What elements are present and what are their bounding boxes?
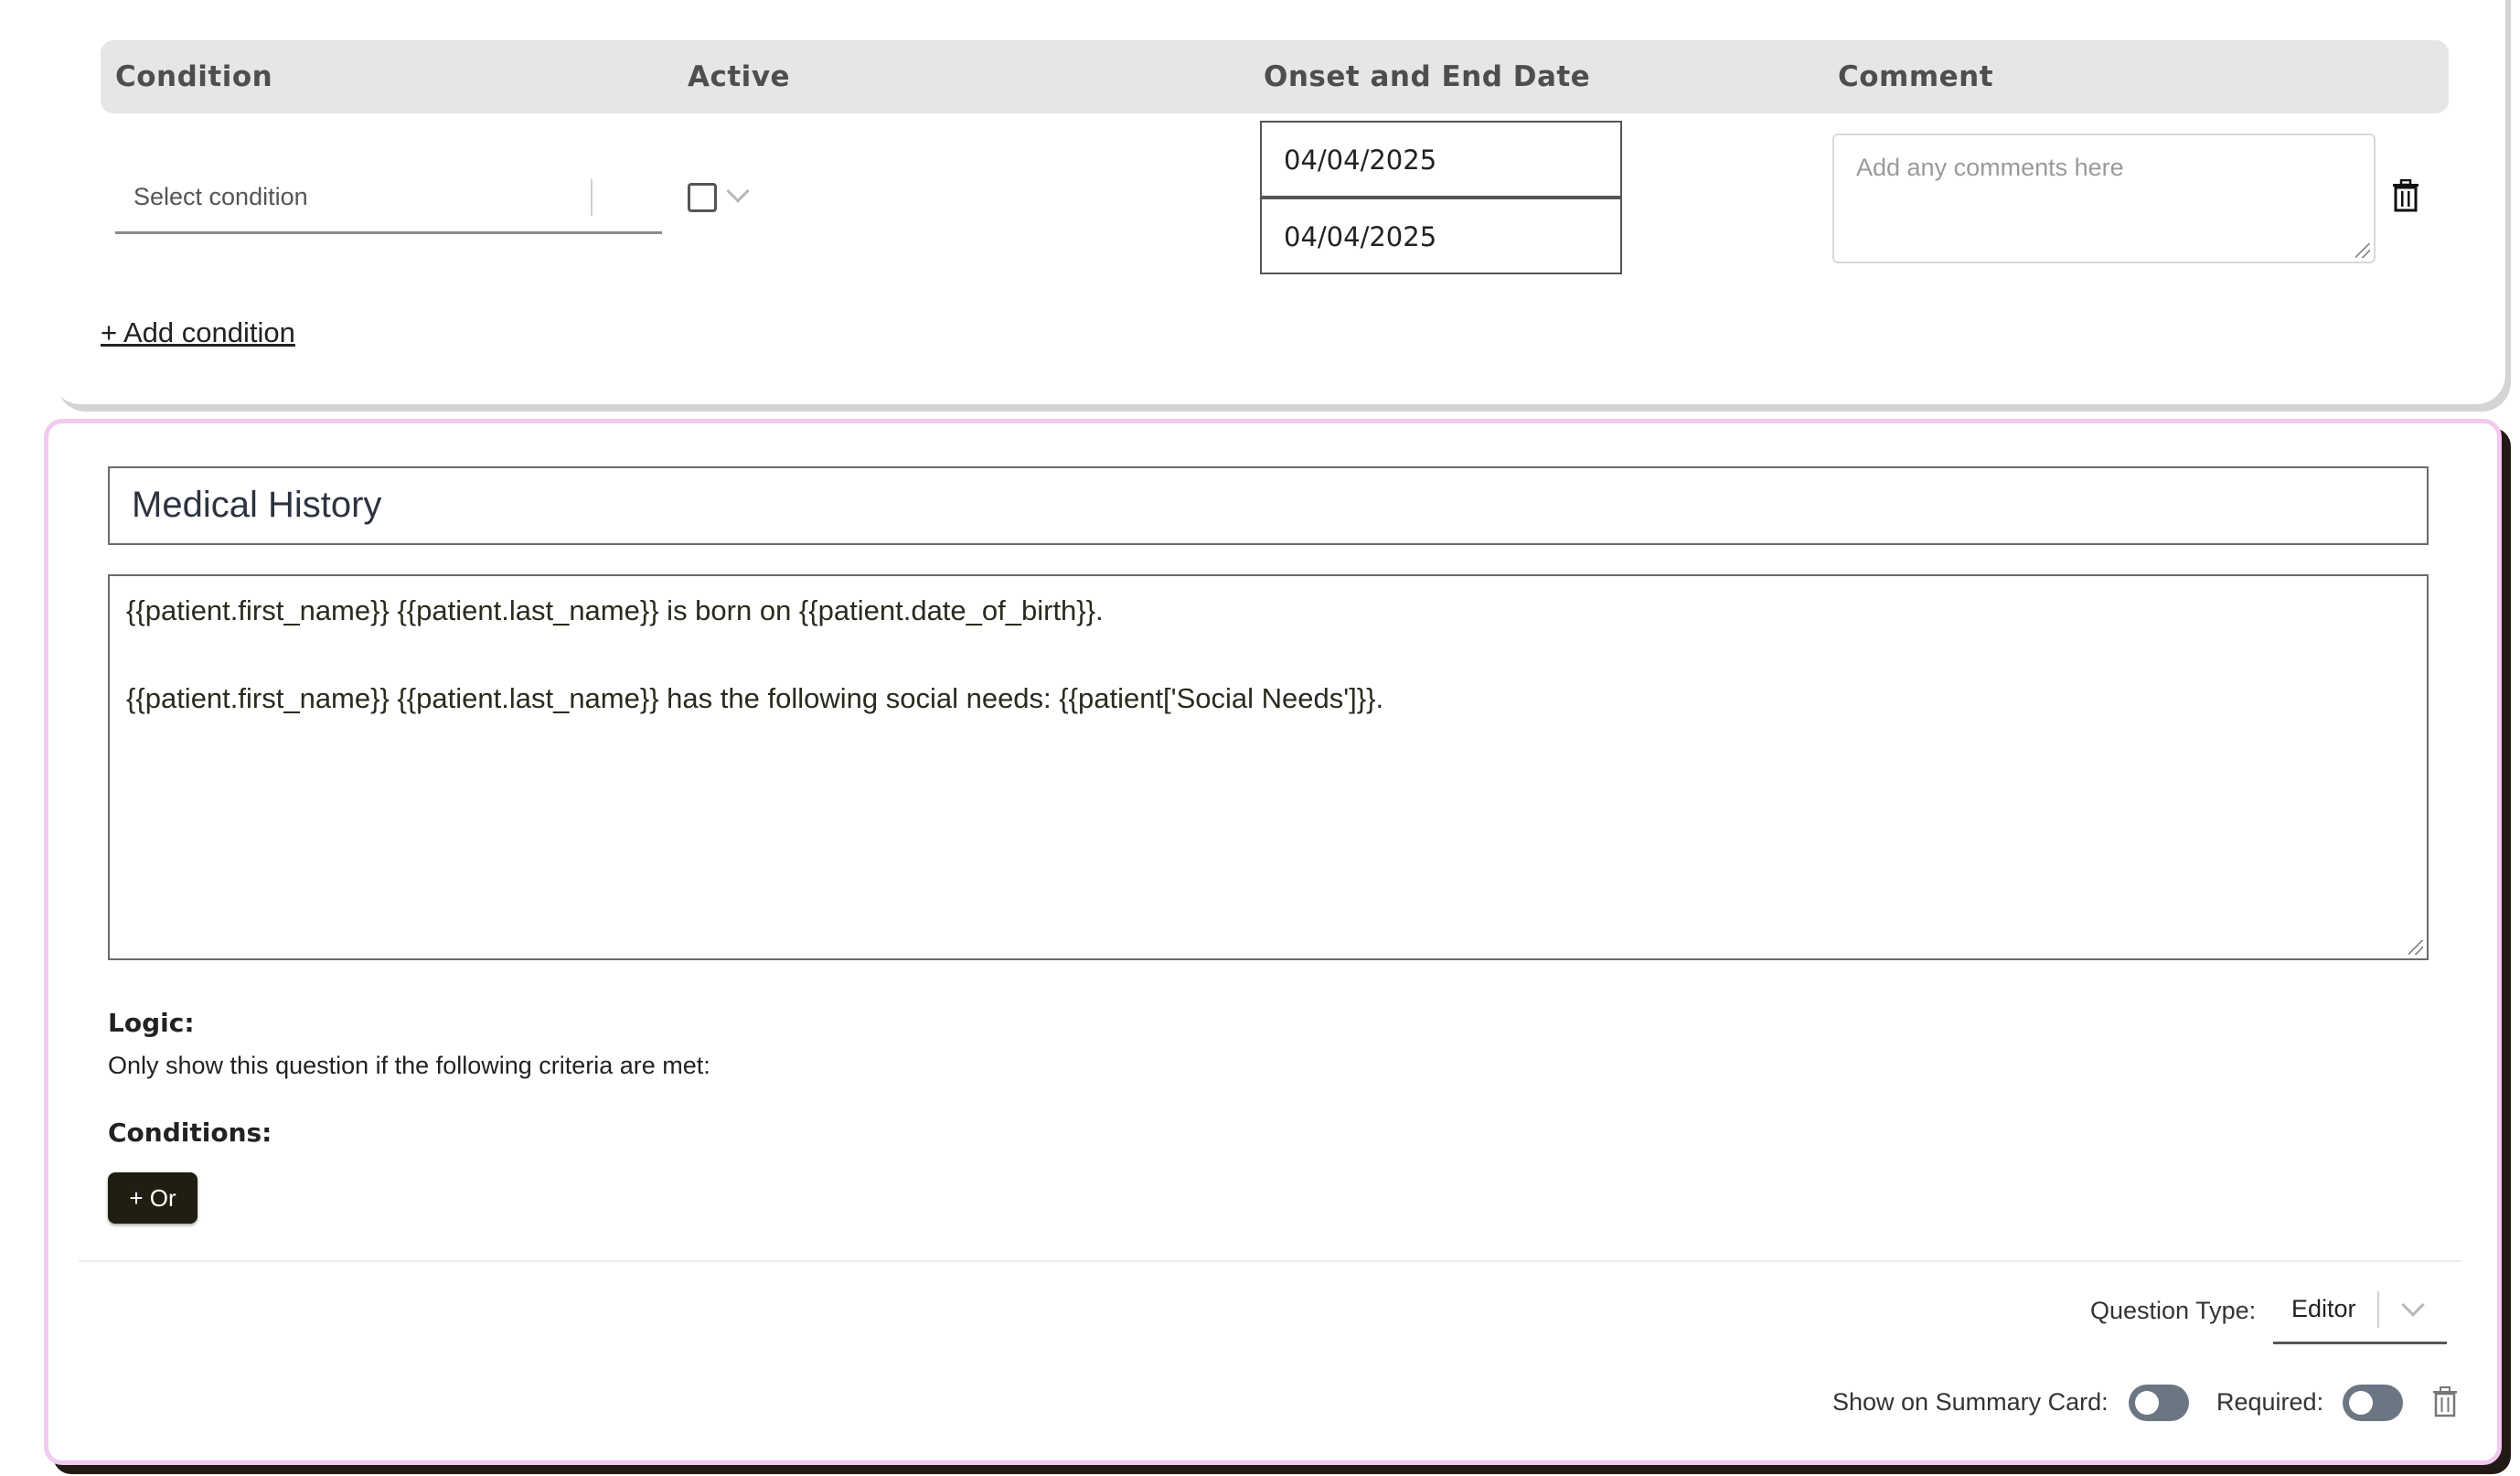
add-or-condition-button[interactable]: + Or [108,1172,198,1224]
header-condition: Condition [115,60,273,93]
comment-placeholder: Add any comments here [1856,154,2124,181]
resize-handle-icon[interactable] [2408,940,2423,955]
header-active: Active [688,60,791,93]
condition-select[interactable]: Select condition [115,168,750,234]
comment-textarea[interactable]: Add any comments here [1832,134,2376,263]
conditions-label: Conditions: [108,1118,272,1148]
question-body-textarea[interactable]: {{patient.first_name}} {{patient.last_na… [108,574,2429,960]
conditions-table-header: Condition Active Onset and End Date Comm… [101,40,2449,113]
delete-question-trash-icon[interactable] [2432,1386,2458,1417]
body-line: {{patient.first_name}} {{patient.last_na… [126,682,1384,714]
header-comment: Comment [1838,60,1994,93]
end-date-input[interactable]: 04/04/2025 [1260,198,1622,274]
logic-label: Logic: [108,1008,195,1038]
logic-description: Only show this question if the following… [108,1052,710,1079]
show-on-summary-toggle[interactable] [2129,1385,2189,1421]
toggle-knob [2135,1391,2159,1415]
required-label: Required: [2216,1388,2324,1416]
resize-handle-icon[interactable] [2355,243,2370,258]
question-type-select[interactable]: Editor [2273,1275,2447,1344]
select-separator [2377,1291,2379,1328]
chevron-down-icon[interactable] [2401,1293,2425,1317]
question-type-label: Question Type: [2090,1297,2257,1324]
footer-divider [79,1260,2461,1262]
show-on-summary-label: Show on Summary Card: [1832,1388,2109,1416]
onset-date-input[interactable]: 04/04/2025 [1260,121,1622,198]
active-checkbox[interactable] [688,183,717,212]
select-separator [591,179,593,216]
question-type-value: Editor [2291,1295,2356,1322]
condition-select-placeholder: Select condition [133,183,308,210]
required-toggle[interactable] [2343,1385,2403,1421]
add-condition-link[interactable]: + Add condition [101,316,295,349]
body-line: {{patient.first_name}} {{patient.last_na… [126,594,1104,626]
delete-condition-trash-icon[interactable] [2392,179,2419,212]
toggle-knob [2349,1391,2373,1415]
question-title-input[interactable]: Medical History [108,466,2429,545]
header-onset-end-date: Onset and End Date [1264,60,1591,93]
